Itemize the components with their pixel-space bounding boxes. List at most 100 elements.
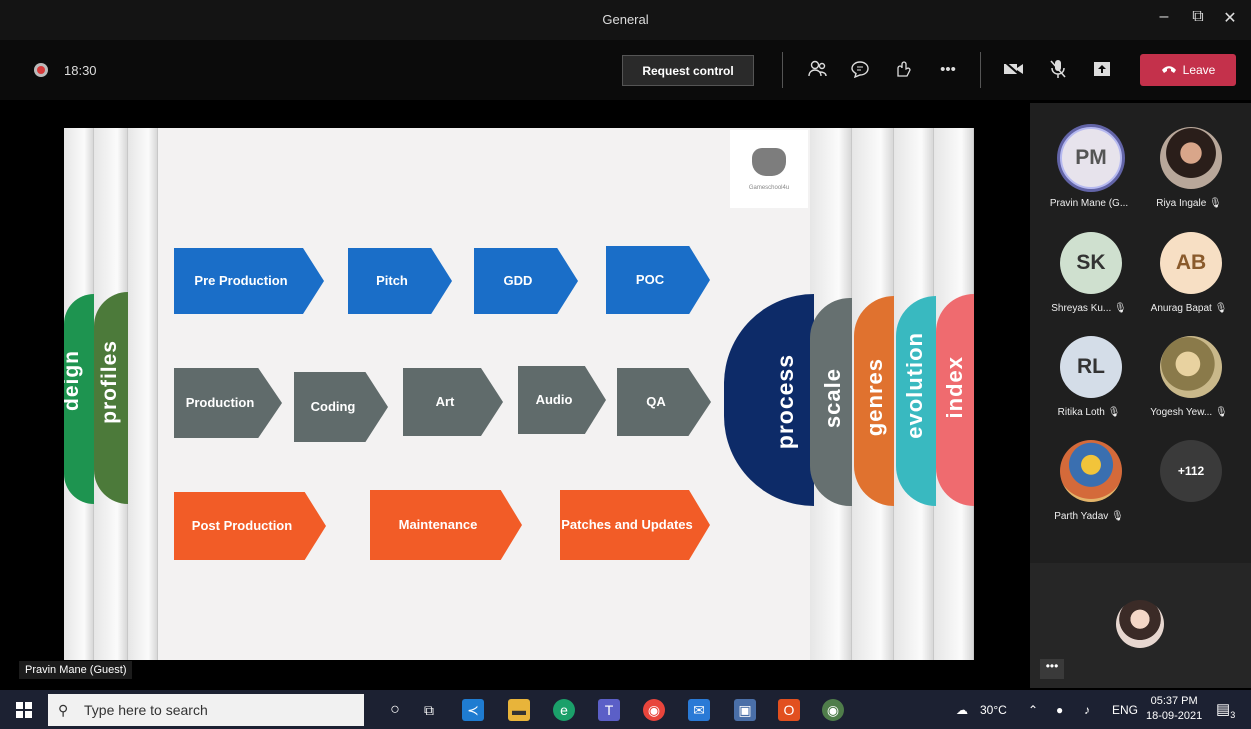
language-indicator[interactable]: ENG [1112, 703, 1138, 717]
cortana-icon[interactable]: ○ [384, 699, 406, 721]
overflow-count: +112 [1160, 440, 1222, 502]
reactions-icon[interactable] [891, 57, 915, 81]
chrome-profile-icon[interactable]: ◉ [822, 699, 844, 721]
share-screen-icon[interactable] [1090, 57, 1114, 81]
tab-label-evolution: evolution [902, 332, 927, 439]
gameschool-logo: Gameschool4u [730, 130, 808, 208]
tab-label-index: index [942, 356, 967, 419]
volume-icon[interactable]: ♪ [1084, 703, 1090, 717]
arrow-patches-and-updates: Patches and Updates [560, 490, 710, 560]
arrow-production: Production [174, 368, 282, 438]
mic-off-icon[interactable] [1046, 57, 1070, 81]
toolbar-divider [980, 52, 981, 88]
window-title: General [602, 12, 649, 27]
participant-name: Ritika Loth 🎙 [1057, 407, 1121, 418]
tab-label-scale: scale [820, 368, 845, 429]
presenter-name-label: Pravin Mane (Guest) [19, 661, 133, 679]
avatar: RL [1060, 336, 1122, 398]
notifications-icon[interactable]: ▤3 [1216, 700, 1235, 720]
vscode-icon[interactable]: ≺ [462, 699, 484, 721]
participant-tile[interactable]: Riya Ingale 🎙 [1136, 105, 1242, 210]
computer-icon[interactable]: ▣ [734, 699, 756, 721]
search-icon: ⚲ [58, 702, 69, 718]
arrow-pitch: Pitch [348, 248, 452, 314]
participant-tile[interactable]: AB Anurag Bapat 🎙 [1136, 210, 1242, 315]
logo-text: Gameschool4u [748, 185, 790, 191]
muted-mic-icon: 🎙 [1214, 303, 1228, 314]
arrow-audio: Audio [518, 366, 606, 434]
arrow-post-production: Post Production [174, 492, 326, 560]
toolbar-divider [782, 52, 783, 88]
leave-label: Leave [1182, 63, 1216, 77]
microphone-icon[interactable]: ● [1056, 703, 1063, 717]
avatar: AB [1160, 232, 1222, 294]
weather-temp[interactable]: 30°C [980, 703, 1007, 717]
close-button[interactable]: ✕ [1218, 8, 1242, 28]
windows-start-icon[interactable] [16, 702, 32, 718]
meeting-timer: 18:30 [64, 63, 97, 78]
muted-mic-icon: 🎙 [1111, 511, 1124, 522]
muted-mic-icon: 🎙 [1107, 407, 1121, 418]
more-options-icon[interactable]: ••• [936, 57, 960, 81]
avatar: PM [1060, 127, 1122, 189]
chrome-icon[interactable]: ◉ [643, 699, 665, 721]
weather-icon[interactable]: ☁ [956, 703, 968, 717]
arrow-pre-production: Pre Production [174, 248, 324, 314]
panel-more-button[interactable]: ••• [1040, 659, 1064, 679]
recording-icon [34, 63, 48, 77]
arrow-qa: QA [617, 368, 711, 436]
phone-hangup-icon [1161, 63, 1177, 77]
camera-off-icon[interactable] [1002, 57, 1026, 81]
participant-tile[interactable]: Yogesh Yew... 🎙 [1136, 314, 1242, 419]
participant-name: Yogesh Yew... 🎙 [1150, 407, 1228, 418]
arrow-gdd: GDD [474, 248, 578, 314]
notification-count: 3 [1230, 710, 1236, 720]
leave-button[interactable]: Leave [1140, 54, 1236, 86]
participant-tile[interactable]: Parth Yadav 🎙 [1036, 418, 1142, 523]
participant-tile[interactable]: RL Ritika Loth 🎙 [1036, 314, 1142, 419]
gamepad-icon [752, 148, 786, 176]
participant-tile[interactable]: PM Pravin Mane (G... [1036, 105, 1142, 210]
tab-label-process: process [772, 354, 798, 450]
clock-time: 05:37 PM [1150, 695, 1198, 707]
minimize-button[interactable]: – [1152, 8, 1176, 26]
taskbar-search[interactable]: Type here to search [48, 694, 364, 726]
presentation-slide: deign profiles Gameschool4u process scal… [64, 128, 974, 660]
tab-label-genres: genres [862, 358, 887, 437]
participant-name: Pravin Mane (G... [1049, 198, 1129, 209]
maximize-button[interactable]: ⧉ [1186, 8, 1210, 26]
self-avatar [1116, 600, 1164, 648]
slide-tab-page [128, 128, 158, 660]
participant-name: Riya Ingale 🎙 [1156, 198, 1222, 209]
teams-icon[interactable]: T [598, 699, 620, 721]
arrow-poc: POC [606, 246, 710, 314]
file-explorer-icon[interactable]: ▬ [508, 699, 530, 721]
meeting-toolbar: 18:30 Request control ••• Leave [0, 40, 1251, 100]
participant-tile[interactable]: SK Shreyas Ku... 🎙 [1036, 210, 1142, 315]
tab-label-deign: deign [64, 350, 83, 411]
people-icon[interactable] [806, 57, 830, 81]
participant-name: Anurag Bapat 🎙 [1150, 303, 1228, 314]
avatar-photo [1160, 336, 1222, 398]
muted-mic-icon: 🎙 [1209, 198, 1222, 209]
arrow-maintenance: Maintenance [370, 490, 522, 560]
more-participants-tile[interactable]: +112 [1136, 418, 1242, 523]
chat-icon[interactable] [848, 57, 872, 81]
task-view-icon[interactable]: ⧉ [418, 699, 440, 721]
mail-icon[interactable]: ✉ [688, 699, 710, 721]
tab-process [724, 294, 814, 506]
muted-mic-icon: 🎙 [1215, 407, 1228, 418]
tab-label-profiles: profiles [98, 340, 121, 424]
avatar-photo [1060, 440, 1122, 502]
participant-name: Parth Yadav 🎙 [1054, 511, 1124, 522]
avatar: SK [1060, 232, 1122, 294]
muted-mic-icon: 🎙 [1114, 303, 1127, 314]
office-icon[interactable]: O [778, 699, 800, 721]
participant-name: Shreyas Ku... 🎙 [1051, 303, 1127, 314]
request-control-button[interactable]: Request control [622, 55, 754, 86]
chevron-up-icon[interactable]: ⌃ [1028, 703, 1038, 717]
taskbar-clock[interactable]: 05:37 PM 18-09-2021 [1146, 694, 1202, 724]
clock-date: 18-09-2021 [1146, 710, 1203, 722]
edge-icon[interactable]: e [553, 699, 575, 721]
avatar-photo [1160, 127, 1222, 189]
